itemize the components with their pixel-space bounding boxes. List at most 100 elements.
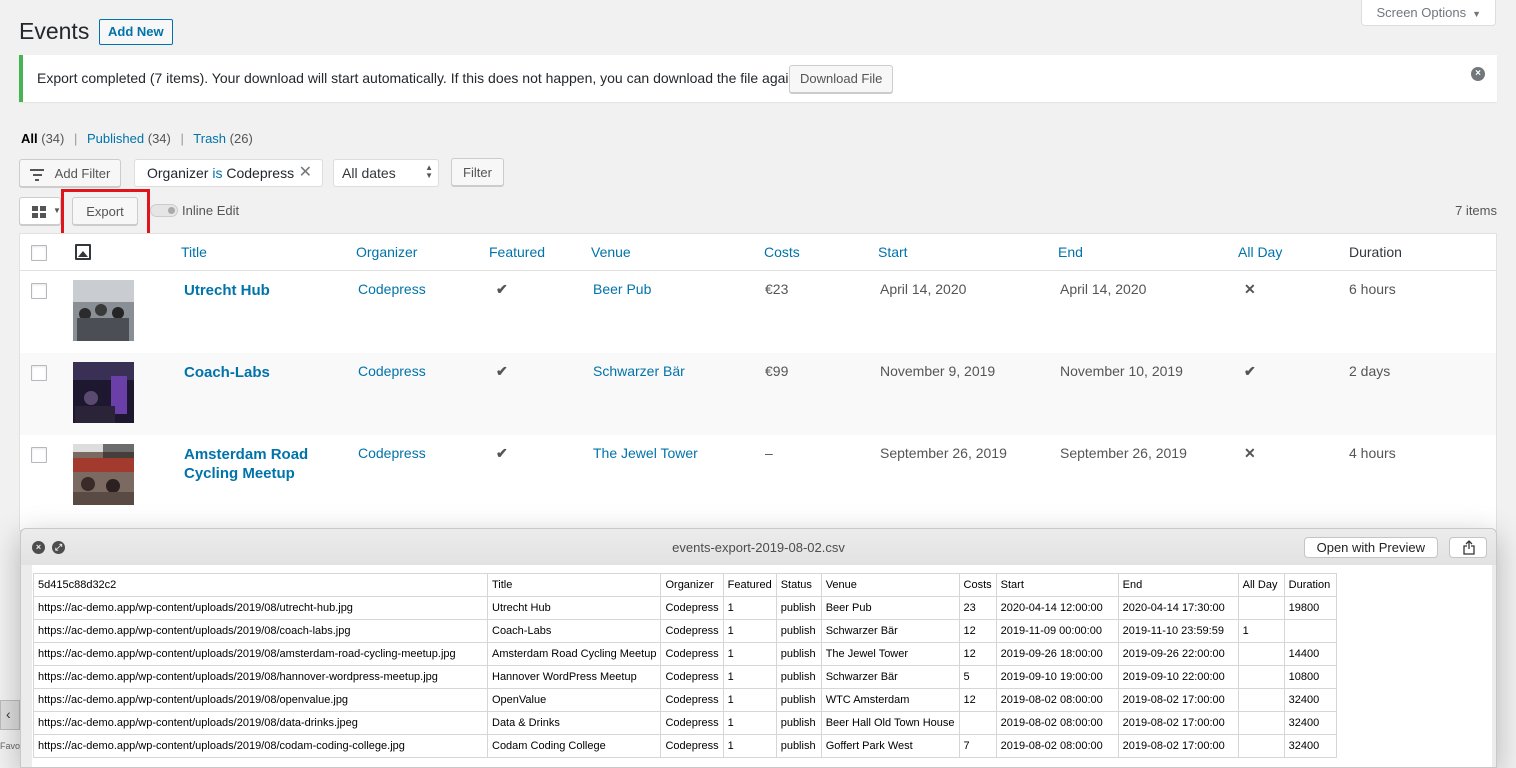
csv-cell: The Jewel Tower xyxy=(820,642,960,666)
csv-cell: 1 xyxy=(722,619,777,643)
csv-cell: 2019-08-02 17:00:00 xyxy=(1117,734,1239,758)
row-checkbox[interactable] xyxy=(31,365,47,381)
share-icon xyxy=(1463,540,1475,555)
event-title-link[interactable]: Utrecht Hub xyxy=(184,281,334,300)
page-title: Events xyxy=(19,18,90,44)
sidebar-fragment-label: Favo xyxy=(0,741,21,751)
column-all-day[interactable]: All Day xyxy=(1238,244,1282,260)
column-costs[interactable]: Costs xyxy=(764,244,800,260)
csv-cell: 32400 xyxy=(1283,734,1337,758)
active-filter-chip[interactable]: Organizer is Codepress ✕ xyxy=(134,159,323,187)
organizer-link[interactable]: Codepress xyxy=(358,445,426,461)
chip-field: Organizer xyxy=(147,165,209,181)
csv-cell: https://ac-demo.app/wp-content/uploads/2… xyxy=(33,688,488,712)
export-highlight-box xyxy=(61,189,150,236)
csv-cell: 1 xyxy=(722,642,777,666)
row-checkbox[interactable] xyxy=(31,283,47,299)
csv-cell: 14400 xyxy=(1283,642,1337,666)
csv-cell: Schwarzer Bär xyxy=(820,619,960,643)
add-new-button[interactable]: Add New xyxy=(99,19,173,45)
csv-row: https://ac-demo.app/wp-content/uploads/2… xyxy=(33,642,1337,666)
separator: | xyxy=(180,131,184,146)
end-date: April 14, 2020 xyxy=(1060,281,1147,297)
csv-cell xyxy=(958,711,997,735)
csv-cell: Status xyxy=(775,573,822,597)
csv-cell: 1 xyxy=(722,596,777,620)
view-trash[interactable]: Trash xyxy=(193,131,226,146)
add-filter-label: Add Filter xyxy=(54,166,111,181)
organizer-link[interactable]: Codepress xyxy=(358,363,426,379)
csv-cell: 32400 xyxy=(1283,688,1337,712)
grid-layout-icon xyxy=(32,206,46,218)
event-thumbnail[interactable] xyxy=(73,444,134,505)
csv-cell: 2019-08-02 17:00:00 xyxy=(1117,688,1239,712)
sidebar-collapse-handle[interactable]: ‹ xyxy=(0,700,20,730)
filter-icon xyxy=(30,169,44,184)
csv-cell xyxy=(1283,619,1337,643)
notice-text: Export completed (7 items). Your downloa… xyxy=(37,70,801,86)
csv-cell: Data & Drinks xyxy=(486,711,662,735)
chip-operator: is xyxy=(212,165,223,181)
view-published[interactable]: Published xyxy=(87,131,144,146)
end-date: November 10, 2019 xyxy=(1060,363,1183,379)
events-table: Title Organizer Featured Venue Costs Sta… xyxy=(19,233,1497,531)
csv-cell: Codepress xyxy=(660,734,724,758)
csv-cell: https://ac-demo.app/wp-content/uploads/2… xyxy=(33,619,488,643)
csv-cell: 7 xyxy=(958,734,997,758)
csv-cell: 2019-09-26 18:00:00 xyxy=(995,642,1119,666)
caret-down-icon: ▼ xyxy=(53,206,61,215)
column-title[interactable]: Title xyxy=(181,244,207,260)
filter-button[interactable]: Filter xyxy=(451,158,504,186)
add-filter-button[interactable]: Add Filter xyxy=(19,159,121,187)
all-day-check-icon: ✔ xyxy=(1244,363,1256,379)
csv-cell: Codepress xyxy=(660,688,724,712)
screen-options-label: Screen Options xyxy=(1376,5,1467,20)
dismiss-icon[interactable]: × xyxy=(1471,67,1485,81)
open-with-preview-button[interactable]: Open with Preview xyxy=(1303,537,1438,558)
csv-cell: https://ac-demo.app/wp-content/uploads/2… xyxy=(33,596,488,620)
csv-cell: Title xyxy=(486,573,662,597)
layout-switcher-button[interactable]: ▼ xyxy=(19,197,61,225)
select-all-checkbox[interactable] xyxy=(31,245,47,261)
csv-cell: Utrecht Hub xyxy=(486,596,662,620)
image-icon xyxy=(75,244,91,260)
event-title-link[interactable]: Coach-Labs xyxy=(184,363,334,382)
csv-cell: publish xyxy=(775,642,822,666)
event-thumbnail[interactable] xyxy=(73,362,134,423)
column-organizer[interactable]: Organizer xyxy=(356,244,417,260)
start-date: September 26, 2019 xyxy=(880,445,1007,461)
column-venue[interactable]: Venue xyxy=(591,244,631,260)
column-end[interactable]: End xyxy=(1058,244,1083,260)
table-row: Coach-Labs Codepress ✔ Schwarzer Bär €99… xyxy=(20,353,1496,435)
csv-cell: 1 xyxy=(722,665,777,689)
column-featured[interactable]: Featured xyxy=(489,244,545,260)
share-button[interactable] xyxy=(1449,537,1487,558)
download-file-button[interactable]: Download File xyxy=(789,65,894,93)
csv-cell: Beer Pub xyxy=(820,596,960,620)
csv-cell: 12 xyxy=(958,642,997,666)
csv-cell: 5d415c88d32c2 xyxy=(33,573,488,597)
view-all[interactable]: All xyxy=(21,131,38,146)
items-count: 7 items xyxy=(1455,203,1497,218)
venue-link[interactable]: The Jewel Tower xyxy=(593,445,698,461)
venue-link[interactable]: Beer Pub xyxy=(593,281,651,297)
inline-edit-label: Inline Edit xyxy=(182,203,240,218)
screen-options-button[interactable]: Screen Options ▼ xyxy=(1361,0,1496,26)
all-day-cross-icon: ✕ xyxy=(1244,281,1256,297)
preview-filename: events-export-2019-08-02.csv xyxy=(672,540,845,555)
dates-select[interactable]: All dates ▲ ▼ xyxy=(333,159,439,187)
event-thumbnail[interactable] xyxy=(73,280,134,341)
column-start[interactable]: Start xyxy=(878,244,908,260)
venue-link[interactable]: Schwarzer Bär xyxy=(593,363,685,379)
separator: | xyxy=(74,131,78,146)
organizer-link[interactable]: Codepress xyxy=(358,281,426,297)
remove-filter-icon[interactable]: ✕ xyxy=(299,160,312,186)
row-checkbox[interactable] xyxy=(31,447,47,463)
inline-edit-toggle[interactable] xyxy=(150,204,178,217)
csv-cell: Amsterdam Road Cycling Meetup xyxy=(486,642,662,666)
duration-value: 2 days xyxy=(1349,363,1391,379)
event-title-link[interactable]: Amsterdam Road Cycling Meetup xyxy=(184,445,334,483)
view-trash-count: (26) xyxy=(229,131,253,146)
featured-check-icon: ✔ xyxy=(496,363,508,379)
csv-cell: 2019-09-10 22:00:00 xyxy=(1117,665,1239,689)
